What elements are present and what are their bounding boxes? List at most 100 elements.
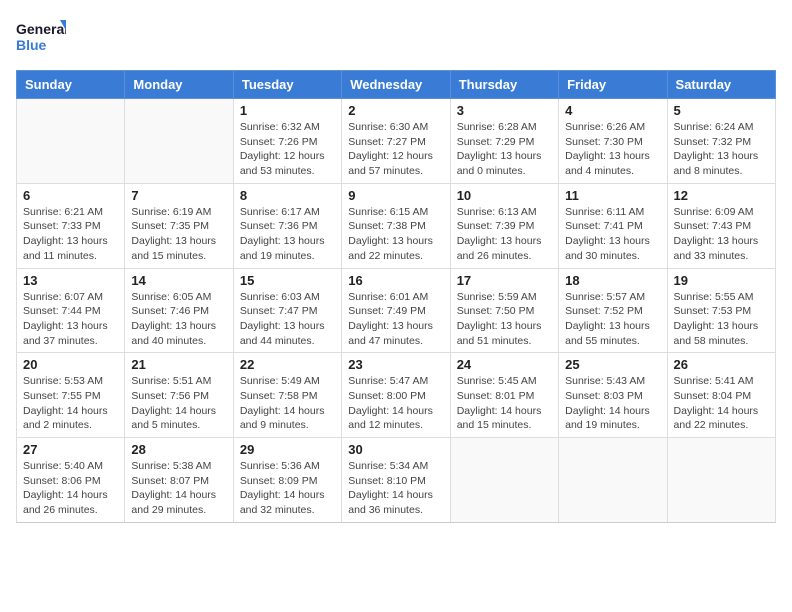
day-of-week-header: Friday (559, 71, 667, 99)
day-info: Sunrise: 5:47 AM Sunset: 8:00 PM Dayligh… (348, 374, 443, 433)
calendar-day-cell: 21Sunrise: 5:51 AM Sunset: 7:56 PM Dayli… (125, 353, 233, 438)
day-number: 19 (674, 273, 769, 288)
calendar-day-cell: 23 Sunrise: 5:47 AM Sunset: 8:00 PM Dayli… (342, 353, 450, 438)
calendar-day-cell (17, 99, 125, 184)
calendar-day-cell: 29 Sunrise: 5:36 AM Sunset: 8:09 PM Dayli… (233, 438, 341, 523)
day-info: Sunrise: 6:30 AM Sunset: 7:27 PM Dayligh… (348, 120, 443, 179)
day-info: Sunrise: 5:59 AM Sunset: 7:50 PM Dayligh… (457, 290, 552, 349)
day-info: Sunrise: 6:17 AM Sunset: 7:36 PM Dayligh… (240, 205, 335, 264)
day-number: 9 (348, 188, 443, 203)
day-number: 8 (240, 188, 335, 203)
calendar-week-row: 20 Sunrise: 5:53 AM Sunset: 7:55 PM Dayli… (17, 353, 776, 438)
day-number: 30 (348, 442, 443, 457)
calendar-day-cell: 6 Sunrise: 6:21 AM Sunset: 7:33 PM Daylig… (17, 183, 125, 268)
calendar-week-row: 1Sunrise: 6:32 AM Sunset: 7:26 PM Daylig… (17, 99, 776, 184)
calendar-week-row: 13Sunrise: 6:07 AM Sunset: 7:44 PM Dayli… (17, 268, 776, 353)
day-info: Sunrise: 5:57 AM Sunset: 7:52 PM Dayligh… (565, 290, 660, 349)
svg-text:Blue: Blue (16, 37, 47, 53)
calendar-header-row: SundayMondayTuesdayWednesdayThursdayFrid… (17, 71, 776, 99)
calendar-day-cell (450, 438, 558, 523)
calendar-day-cell: 30 Sunrise: 5:34 AM Sunset: 8:10 PM Dayli… (342, 438, 450, 523)
day-info: Sunrise: 6:24 AM Sunset: 7:32 PM Dayligh… (674, 120, 769, 179)
calendar-day-cell: 8 Sunrise: 6:17 AM Sunset: 7:36 PM Daylig… (233, 183, 341, 268)
day-number: 24 (457, 357, 552, 372)
day-info: Sunrise: 6:13 AM Sunset: 7:39 PM Dayligh… (457, 205, 552, 264)
day-info: Sunrise: 6:09 AM Sunset: 7:43 PM Dayligh… (674, 205, 769, 264)
day-number: 6 (23, 188, 118, 203)
day-of-week-header: Saturday (667, 71, 775, 99)
svg-text:General: General (16, 21, 66, 37)
calendar-day-cell: 28 Sunrise: 5:38 AM Sunset: 8:07 PM Dayli… (125, 438, 233, 523)
day-number: 14 (131, 273, 226, 288)
day-info: Sunrise: 5:45 AM Sunset: 8:01 PM Dayligh… (457, 374, 552, 433)
day-info: Sunrise: 5:36 AM Sunset: 8:09 PM Dayligh… (240, 459, 335, 518)
day-info: Sunrise: 5:49 AM Sunset: 7:58 PM Dayligh… (240, 374, 335, 433)
calendar-day-cell: 15Sunrise: 6:03 AM Sunset: 7:47 PM Dayli… (233, 268, 341, 353)
day-number: 23 (348, 357, 443, 372)
day-number: 3 (457, 103, 552, 118)
day-info: Sunrise: 5:41 AM Sunset: 8:04 PM Dayligh… (674, 374, 769, 433)
day-info: Sunrise: 6:11 AM Sunset: 7:41 PM Dayligh… (565, 205, 660, 264)
calendar-day-cell: 25 Sunrise: 5:43 AM Sunset: 8:03 PM Dayli… (559, 353, 667, 438)
calendar-day-cell: 16 Sunrise: 6:01 AM Sunset: 7:49 PM Dayli… (342, 268, 450, 353)
page-header: General Blue (16, 16, 776, 58)
calendar-day-cell: 2 Sunrise: 6:30 AM Sunset: 7:27 PM Daylig… (342, 99, 450, 184)
day-number: 10 (457, 188, 552, 203)
day-number: 16 (348, 273, 443, 288)
calendar-day-cell: 11 Sunrise: 6:11 AM Sunset: 7:41 PM Dayli… (559, 183, 667, 268)
day-number: 28 (131, 442, 226, 457)
day-number: 29 (240, 442, 335, 457)
calendar-day-cell (667, 438, 775, 523)
day-info: Sunrise: 5:43 AM Sunset: 8:03 PM Dayligh… (565, 374, 660, 433)
calendar-day-cell: 1Sunrise: 6:32 AM Sunset: 7:26 PM Daylig… (233, 99, 341, 184)
day-info: Sunrise: 6:03 AM Sunset: 7:47 PM Dayligh… (240, 290, 335, 349)
calendar-day-cell: 20 Sunrise: 5:53 AM Sunset: 7:55 PM Dayli… (17, 353, 125, 438)
day-number: 18 (565, 273, 660, 288)
calendar-day-cell: 9Sunrise: 6:15 AM Sunset: 7:38 PM Daylig… (342, 183, 450, 268)
day-number: 5 (674, 103, 769, 118)
day-number: 22 (240, 357, 335, 372)
calendar-day-cell: 27 Sunrise: 5:40 AM Sunset: 8:06 PM Dayli… (17, 438, 125, 523)
day-of-week-header: Thursday (450, 71, 558, 99)
day-number: 4 (565, 103, 660, 118)
day-info: Sunrise: 6:26 AM Sunset: 7:30 PM Dayligh… (565, 120, 660, 179)
calendar-day-cell: 17 Sunrise: 5:59 AM Sunset: 7:50 PM Dayli… (450, 268, 558, 353)
day-number: 25 (565, 357, 660, 372)
day-number: 27 (23, 442, 118, 457)
day-info: Sunrise: 5:38 AM Sunset: 8:07 PM Dayligh… (131, 459, 226, 518)
day-number: 2 (348, 103, 443, 118)
day-number: 12 (674, 188, 769, 203)
day-info: Sunrise: 6:05 AM Sunset: 7:46 PM Dayligh… (131, 290, 226, 349)
day-number: 1 (240, 103, 335, 118)
day-info: Sunrise: 5:55 AM Sunset: 7:53 PM Dayligh… (674, 290, 769, 349)
day-info: Sunrise: 6:01 AM Sunset: 7:49 PM Dayligh… (348, 290, 443, 349)
logo-svg: General Blue (16, 16, 66, 58)
calendar-day-cell: 10 Sunrise: 6:13 AM Sunset: 7:39 PM Dayli… (450, 183, 558, 268)
calendar-week-row: 6 Sunrise: 6:21 AM Sunset: 7:33 PM Daylig… (17, 183, 776, 268)
calendar-day-cell (559, 438, 667, 523)
day-info: Sunrise: 6:19 AM Sunset: 7:35 PM Dayligh… (131, 205, 226, 264)
calendar-day-cell: 24 Sunrise: 5:45 AM Sunset: 8:01 PM Dayli… (450, 353, 558, 438)
day-number: 21 (131, 357, 226, 372)
day-of-week-header: Tuesday (233, 71, 341, 99)
day-info: Sunrise: 6:21 AM Sunset: 7:33 PM Dayligh… (23, 205, 118, 264)
day-info: Sunrise: 6:28 AM Sunset: 7:29 PM Dayligh… (457, 120, 552, 179)
day-number: 11 (565, 188, 660, 203)
day-info: Sunrise: 5:40 AM Sunset: 8:06 PM Dayligh… (23, 459, 118, 518)
day-number: 17 (457, 273, 552, 288)
calendar-day-cell: 19 Sunrise: 5:55 AM Sunset: 7:53 PM Dayli… (667, 268, 775, 353)
day-info: Sunrise: 5:34 AM Sunset: 8:10 PM Dayligh… (348, 459, 443, 518)
day-number: 7 (131, 188, 226, 203)
day-of-week-header: Wednesday (342, 71, 450, 99)
calendar-day-cell: 7 Sunrise: 6:19 AM Sunset: 7:35 PM Daylig… (125, 183, 233, 268)
calendar-day-cell: 13Sunrise: 6:07 AM Sunset: 7:44 PM Dayli… (17, 268, 125, 353)
calendar-day-cell: 4 Sunrise: 6:26 AM Sunset: 7:30 PM Daylig… (559, 99, 667, 184)
day-number: 26 (674, 357, 769, 372)
calendar-day-cell: 3 Sunrise: 6:28 AM Sunset: 7:29 PM Daylig… (450, 99, 558, 184)
day-number: 20 (23, 357, 118, 372)
calendar-day-cell: 12 Sunrise: 6:09 AM Sunset: 7:43 PM Dayli… (667, 183, 775, 268)
calendar-day-cell (125, 99, 233, 184)
calendar-week-row: 27 Sunrise: 5:40 AM Sunset: 8:06 PM Dayli… (17, 438, 776, 523)
day-info: Sunrise: 6:07 AM Sunset: 7:44 PM Dayligh… (23, 290, 118, 349)
day-info: Sunrise: 5:53 AM Sunset: 7:55 PM Dayligh… (23, 374, 118, 433)
